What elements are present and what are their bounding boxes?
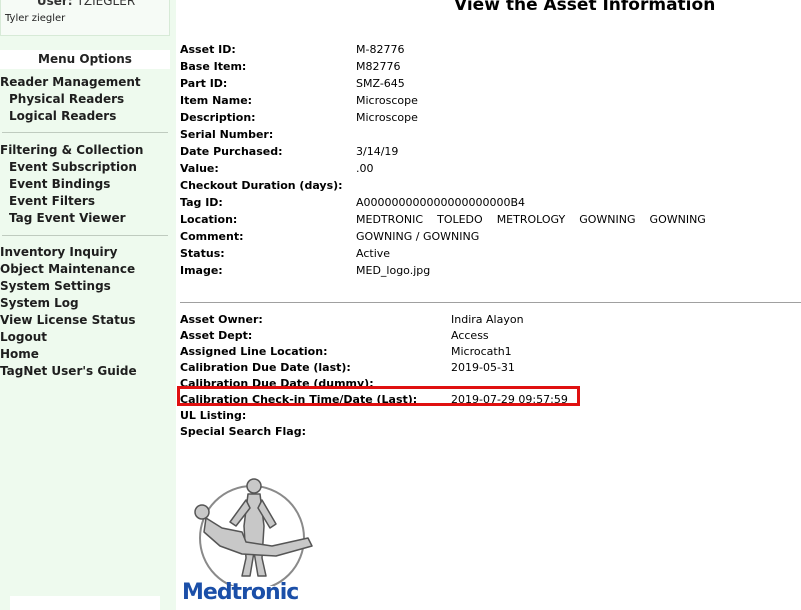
menu-item-reader-management[interactable]: Reader Management bbox=[0, 74, 141, 91]
main-content: View the Asset Information Asset ID: M-82… bbox=[176, 0, 801, 610]
sidebar-bottom-box bbox=[10, 596, 160, 610]
user-header: User: TZIEGLER bbox=[1, 0, 171, 7]
menu-title: Menu Options bbox=[0, 50, 170, 69]
menu-item-event-bindings[interactable]: Event Bindings bbox=[0, 176, 143, 193]
medtronic-figure-icon bbox=[194, 478, 313, 591]
field-row-base-item: Base Item: M82776 bbox=[180, 60, 401, 73]
menu-divider bbox=[2, 132, 168, 133]
menu-group-filtering: Filtering & Collection Event Subscriptio… bbox=[0, 142, 143, 227]
field-row-calibration-due-last: Calibration Due Date (last): 2019-05-31 bbox=[180, 361, 515, 374]
menu-divider bbox=[2, 235, 168, 236]
section-divider bbox=[180, 302, 801, 303]
field-row-value: Value: .00 bbox=[180, 162, 374, 175]
field-row-tag-id: Tag ID: A000000000000000000000B4 bbox=[180, 196, 526, 209]
field-row-date-purchased: Date Purchased: 3/14/19 bbox=[180, 145, 399, 158]
field-row-serial-number: Serial Number: bbox=[180, 128, 274, 141]
field-row-asset-id: Asset ID: M-82776 bbox=[180, 43, 405, 56]
field-row-ul-listing: UL Listing: bbox=[180, 409, 247, 422]
user-label: User: bbox=[36, 0, 73, 8]
menu-item-object-maintenance[interactable]: Object Maintenance bbox=[0, 261, 137, 278]
menu-item-system-settings[interactable]: System Settings bbox=[0, 278, 137, 295]
field-row-checkout-duration: Checkout Duration (days): bbox=[180, 179, 343, 192]
user-id: TZIEGLER bbox=[76, 0, 136, 8]
user-info-box: User: TZIEGLER Tyler ziegler bbox=[0, 0, 170, 36]
sidebar: User: TZIEGLER Tyler ziegler Menu Options… bbox=[0, 0, 176, 610]
logo-text: Medtronic bbox=[182, 580, 299, 605]
menu-item-event-filters[interactable]: Event Filters bbox=[0, 193, 143, 210]
menu-item-logical-readers[interactable]: Logical Readers bbox=[0, 108, 141, 125]
field-row-asset-dept: Asset Dept: Access bbox=[180, 329, 489, 342]
field-row-image: Image: MED_logo.jpg bbox=[180, 264, 431, 277]
field-row-status: Status: Active bbox=[180, 247, 391, 260]
field-row-assigned-line-location: Assigned Line Location: Microcath1 bbox=[180, 345, 512, 358]
menu-item-user-guide[interactable]: TagNet User's Guide bbox=[0, 363, 137, 380]
asset-info-table: Asset ID: M-82776 Base Item: M82776 Part I… bbox=[180, 41, 780, 279]
menu-item-filtering-collection[interactable]: Filtering & Collection bbox=[0, 142, 143, 159]
page-title: View the Asset Information bbox=[454, 0, 716, 15]
menu-item-view-license-status[interactable]: View License Status bbox=[0, 312, 137, 329]
field-row-comment: Comment: GOWNING / GOWNING bbox=[180, 230, 480, 243]
menu-item-tag-event-viewer[interactable]: Tag Event Viewer bbox=[0, 210, 143, 227]
field-row-asset-owner: Asset Owner: Indira Alayon bbox=[180, 313, 524, 326]
menu-item-system-log[interactable]: System Log bbox=[0, 295, 137, 312]
field-row-location: Location: MEDTRONIC TOLEDO METROLOGY GOWNING… bbox=[180, 211, 780, 228]
field-row-part-id: Part ID: SMZ-645 bbox=[180, 77, 405, 90]
owner-info-table: Asset Owner: Indira Alayon Asset Dept: Acc… bbox=[180, 312, 780, 440]
menu-item-logout[interactable]: Logout bbox=[0, 329, 137, 346]
field-row-item-name: Item Name: Microscope bbox=[180, 94, 418, 107]
menu-item-inventory-inquiry[interactable]: Inventory Inquiry bbox=[0, 244, 137, 261]
company-logo: Medtronic bbox=[182, 476, 322, 608]
user-full-name: Tyler ziegler bbox=[5, 13, 66, 24]
menu-group-readers: Reader Management Physical Readers Logic… bbox=[0, 74, 141, 125]
field-row-description: Description: Microscope bbox=[180, 111, 418, 124]
menu-group-general: Inventory Inquiry Object Maintenance Sys… bbox=[0, 244, 137, 380]
menu-item-physical-readers[interactable]: Physical Readers bbox=[0, 91, 141, 108]
menu-item-event-subscription[interactable]: Event Subscription bbox=[0, 159, 143, 176]
location-value: MEDTRONIC TOLEDO METROLOGY GOWNING GOWNING bbox=[356, 213, 706, 226]
highlight-box bbox=[177, 386, 580, 406]
field-row-special-search-flag: Special Search Flag: bbox=[180, 425, 306, 438]
menu-item-home[interactable]: Home bbox=[0, 346, 137, 363]
